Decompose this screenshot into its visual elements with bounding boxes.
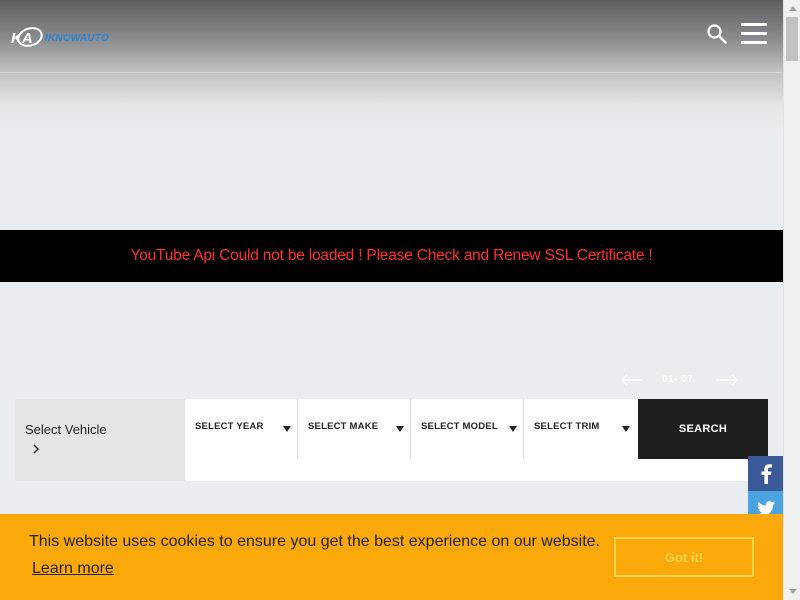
- scroll-down-button[interactable]: [784, 583, 800, 600]
- arrow-left-icon: [620, 374, 643, 386]
- site-logo[interactable]: KA IKNOWAUTO: [10, 26, 109, 48]
- select-vehicle-panel[interactable]: Select Vehicle: [15, 399, 185, 481]
- logo-text: IKNOWAUTO: [45, 32, 109, 44]
- vehicle-search-button[interactable]: SEARCH: [638, 399, 768, 459]
- slider-next-button[interactable]: [715, 370, 739, 390]
- error-banner: YouTube Api Could not be loaded ! Please…: [0, 230, 783, 282]
- arrow-right-icon: [716, 374, 739, 386]
- triangle-down-icon: [788, 589, 797, 594]
- menu-button[interactable]: [741, 23, 768, 45]
- select-trim-label: SELECT TRIM: [534, 421, 600, 432]
- facebook-share-button[interactable]: [748, 456, 783, 491]
- cookie-consent-bar: This website uses cookies to ensure you …: [0, 514, 783, 600]
- caret-down-icon: [283, 426, 291, 432]
- caret-down-icon: [509, 426, 517, 432]
- scroll-up-button[interactable]: [784, 0, 800, 17]
- cookie-accept-button[interactable]: Got it!: [614, 537, 754, 577]
- select-year-label: SELECT YEAR: [195, 421, 264, 432]
- ka-logo-icon: KA: [11, 27, 43, 47]
- select-model-label: SELECT MODEL: [421, 421, 498, 432]
- triangle-up-icon: [788, 6, 797, 11]
- vehicle-search-bar: Select Vehicle SELECT YEAR SELECT MAKE S…: [15, 399, 768, 481]
- cookie-learn-more-link[interactable]: Learn more: [32, 560, 114, 578]
- select-trim-dropdown[interactable]: SELECT TRIM: [524, 399, 638, 459]
- select-year-dropdown[interactable]: SELECT YEAR: [185, 399, 298, 459]
- chevron-right-icon: [33, 444, 39, 454]
- caret-down-icon: [396, 426, 404, 432]
- search-icon: [707, 24, 727, 44]
- cookie-message: This website uses cookies to ensure you …: [29, 533, 600, 550]
- scrollbar-thumb[interactable]: [786, 17, 798, 61]
- caret-down-icon: [622, 426, 630, 432]
- slider-counter: 01- 07: [662, 374, 694, 385]
- select-make-label: SELECT MAKE: [308, 421, 379, 432]
- error-banner-message: YouTube Api Could not be loaded ! Please…: [130, 247, 653, 264]
- facebook-icon: [760, 463, 772, 484]
- site-header: KA IKNOWAUTO: [0, 0, 783, 130]
- page: KA IKNOWAUTO YouTube Api Could not be lo…: [0, 0, 783, 600]
- select-vehicle-label: Select Vehicle: [25, 422, 107, 437]
- slider-prev-button[interactable]: [620, 370, 644, 390]
- header-divider: [0, 72, 783, 73]
- hamburger-menu-icon: [741, 23, 767, 26]
- select-model-dropdown[interactable]: SELECT MODEL: [411, 399, 524, 459]
- slider-pager: 01- 07: [620, 370, 740, 390]
- select-make-dropdown[interactable]: SELECT MAKE: [298, 399, 411, 459]
- vertical-scrollbar[interactable]: [783, 0, 800, 600]
- search-button[interactable]: [706, 23, 728, 45]
- svg-text:KA: KA: [11, 30, 33, 47]
